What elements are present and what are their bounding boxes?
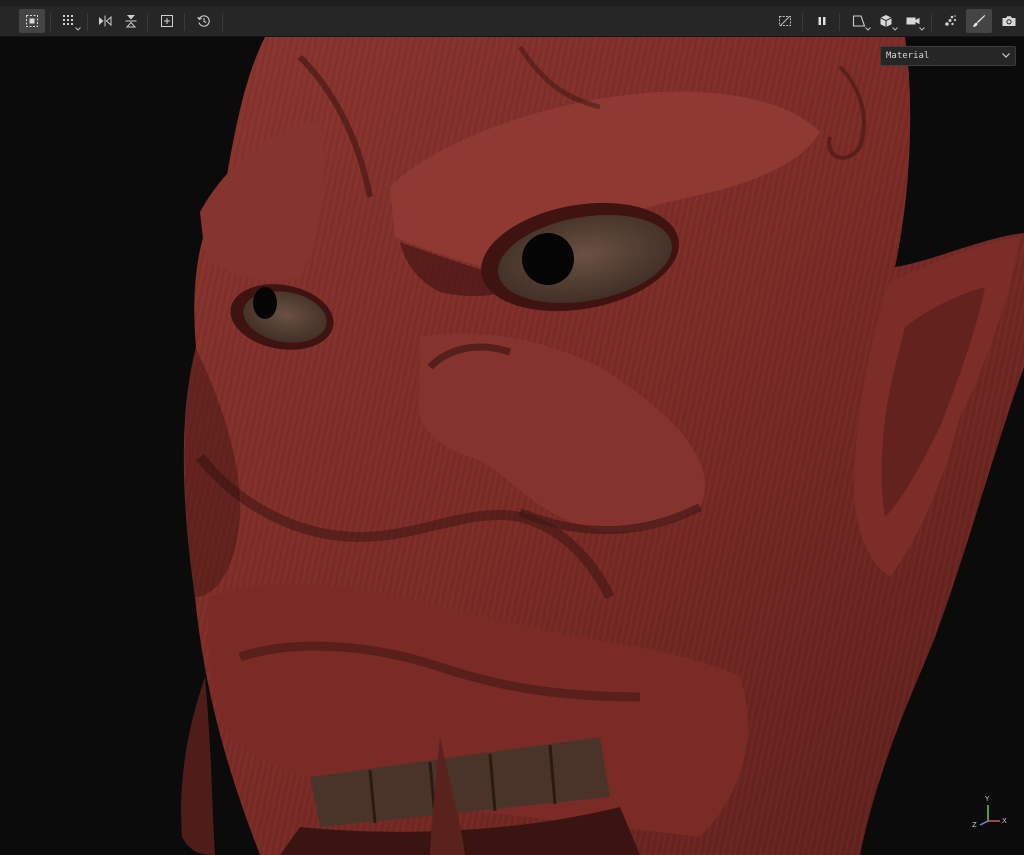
toolbar-separator xyxy=(50,13,51,31)
chevron-down-icon xyxy=(1002,53,1010,58)
add-frame-icon xyxy=(161,15,173,27)
pause-icon xyxy=(818,17,826,25)
3d-viewport[interactable]: Material Y X Z xyxy=(0,37,1024,855)
display-mode-value: Material xyxy=(886,51,930,61)
toolbar-separator xyxy=(147,13,148,31)
paint-brush-icon xyxy=(973,15,986,27)
object-cube-button[interactable] xyxy=(873,9,899,33)
chevron-down-icon xyxy=(75,27,81,31)
mirror-vertical-icon xyxy=(125,15,137,28)
history-clock-icon xyxy=(197,15,210,27)
painter-window: Material Y X Z xyxy=(0,0,1024,855)
axis-x-label: X xyxy=(1002,817,1007,825)
chevron-down-icon xyxy=(892,27,898,31)
paint-brush-button[interactable] xyxy=(966,9,992,33)
chevron-down-icon xyxy=(919,27,925,31)
axis-y-label: Y xyxy=(985,795,990,803)
camera-icon xyxy=(1002,16,1016,26)
screenshot-button[interactable] xyxy=(996,9,1022,33)
axis-z-label: Z xyxy=(972,821,977,829)
frame-button[interactable] xyxy=(154,9,180,33)
select-frame-icon xyxy=(26,15,38,27)
particles-button[interactable] xyxy=(937,9,963,33)
toolbar-separator xyxy=(222,13,223,31)
mirror-y-button[interactable] xyxy=(118,9,144,33)
oni-mask-model xyxy=(181,37,1024,855)
select-tool-button[interactable] xyxy=(19,9,45,33)
chevron-down-icon xyxy=(865,27,871,31)
axis-gizmo[interactable]: Y X Z xyxy=(970,795,1010,831)
toolbar-separator xyxy=(931,13,932,31)
hide-overlay-icon xyxy=(779,15,791,27)
particles-icon xyxy=(945,15,957,26)
display-mode-select[interactable]: Material xyxy=(880,46,1016,66)
toolbar-separator xyxy=(802,13,803,31)
history-button[interactable] xyxy=(191,9,217,33)
grid-select-button[interactable] xyxy=(56,9,82,33)
mirror-horizontal-icon xyxy=(99,15,112,27)
mirror-x-button[interactable] xyxy=(92,9,118,33)
video-camera-button[interactable] xyxy=(900,9,926,33)
toolbar-separator xyxy=(839,13,840,31)
toolbar-separator xyxy=(87,13,88,31)
camera-view-button[interactable] xyxy=(846,9,872,33)
hide-overlay-button[interactable] xyxy=(772,9,798,33)
viewport-toolbar xyxy=(0,6,1024,37)
pause-button[interactable] xyxy=(809,9,835,33)
toolbar-separator xyxy=(184,13,185,31)
